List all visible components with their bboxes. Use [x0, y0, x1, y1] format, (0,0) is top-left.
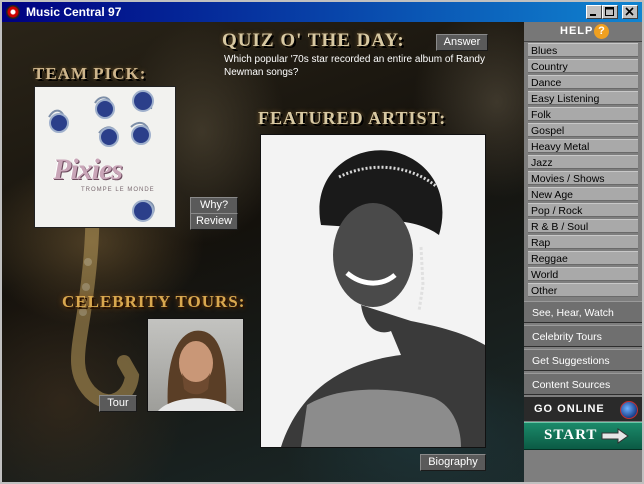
close-button[interactable]: [622, 5, 638, 19]
genre-item-rap[interactable]: Rap: [528, 235, 638, 249]
genre-item-dance[interactable]: Dance: [528, 75, 638, 89]
go-online-button[interactable]: GO ONLINE: [524, 397, 642, 421]
answer-button[interactable]: Answer: [436, 34, 488, 51]
genre-item-world[interactable]: World: [528, 267, 638, 281]
genre-item-reggae[interactable]: Reggae: [528, 251, 638, 265]
quiz-heading: QUIZ O' THE DAY:: [222, 30, 405, 51]
team-pick-heading: TEAM PICK:: [33, 64, 147, 83]
celebrity-tours-button[interactable]: Celebrity Tours: [524, 325, 642, 347]
tour-button[interactable]: Tour: [99, 395, 137, 412]
minimize-icon: [590, 14, 596, 16]
genre-item-blues[interactable]: Blues: [528, 43, 638, 57]
start-button[interactable]: START: [524, 422, 642, 450]
content-sources-button[interactable]: Content Sources: [524, 373, 642, 395]
sidebar: HELP ? Blues Country Dance Easy Listenin…: [524, 22, 642, 482]
genre-item-new-age[interactable]: New Age: [528, 187, 638, 201]
featured-artist-photo[interactable]: [260, 134, 486, 448]
album-band-name: Pixies: [53, 153, 123, 186]
app-icon: [6, 5, 20, 19]
genre-item-easy-listening[interactable]: Easy Listening: [528, 91, 638, 105]
maximize-icon: [605, 7, 614, 16]
close-icon: [625, 7, 634, 16]
window-title: Music Central 97: [26, 5, 122, 19]
start-label: START: [544, 427, 598, 443]
artist-portrait: [261, 135, 485, 447]
help-icon: ?: [594, 24, 609, 39]
biography-button[interactable]: Biography: [420, 454, 486, 471]
genre-item-rnb-soul[interactable]: R & B / Soul: [528, 219, 638, 233]
genre-item-other[interactable]: Other: [528, 283, 638, 297]
get-suggestions-button[interactable]: Get Suggestions: [524, 349, 642, 371]
maximize-button[interactable]: [602, 5, 618, 19]
title-bar[interactable]: Music Central 97: [2, 2, 642, 22]
genre-item-country[interactable]: Country: [528, 59, 638, 73]
genre-item-gospel[interactable]: Gospel: [528, 123, 638, 137]
genre-item-movies-shows[interactable]: Movies / Shows: [528, 171, 638, 185]
arrow-right-icon: [601, 428, 629, 444]
genre-item-folk[interactable]: Folk: [528, 107, 638, 121]
celebrity-portrait: [158, 330, 236, 411]
go-online-label: GO ONLINE: [534, 403, 605, 415]
genre-item-pop-rock[interactable]: Pop / Rock: [528, 203, 638, 217]
help-button[interactable]: HELP ?: [524, 22, 642, 42]
globe-icon: [620, 401, 638, 419]
minimize-button[interactable]: [586, 5, 602, 19]
featured-artist-heading: FEATURED ARTIST:: [258, 108, 447, 128]
main-stage: QUIZ O' THE DAY: Which popular '70s star…: [2, 22, 524, 482]
genre-item-heavy-metal[interactable]: Heavy Metal: [528, 139, 638, 153]
help-label: HELP: [560, 25, 594, 37]
team-pick-album-cover[interactable]: Pixies TROMPE LE MONDE: [34, 86, 176, 228]
app-window: Music Central 97 QUIZ O' THE DAY: Which …: [0, 0, 644, 484]
celebrity-tours-heading: CELEBRITY TOURS:: [62, 292, 246, 311]
genre-item-jazz[interactable]: Jazz: [528, 155, 638, 169]
review-button[interactable]: Review: [190, 213, 238, 230]
album-title: TROMPE LE MONDE: [81, 187, 155, 193]
see-hear-watch-button[interactable]: See, Hear, Watch: [524, 301, 642, 323]
why-button[interactable]: Why?: [190, 197, 238, 214]
quiz-question: Which popular '70s star recorded an enti…: [224, 54, 485, 78]
celebrity-photo[interactable]: [147, 318, 244, 412]
